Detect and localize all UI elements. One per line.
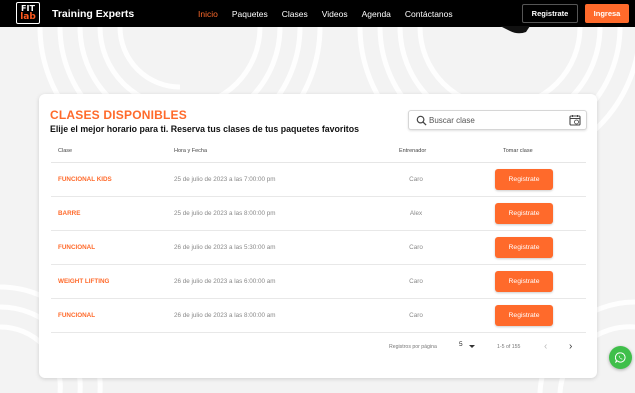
class-trainer: Caro [409, 312, 423, 319]
register-class-button[interactable]: Registrate [495, 203, 553, 224]
register-button[interactable]: Registrate [522, 4, 578, 23]
class-name: WEIGHT LIFTING [58, 278, 110, 285]
chevron-left-icon[interactable]: ‹ [544, 341, 547, 352]
menu-item-inicio[interactable]: Inicio [198, 9, 218, 19]
class-name: FUNCIONAL [58, 244, 96, 251]
chevron-right-icon[interactable]: › [569, 341, 572, 352]
top-navbar: FIT lab Training Experts Inicio Paquetes… [0, 0, 635, 27]
column-entrenador[interactable]: Entrenador [399, 148, 426, 154]
table-row: FUNCIONAL 26 de julio de 2023 a las 5:30… [51, 231, 586, 265]
class-trainer: Caro [409, 244, 423, 251]
rows-per-page-select[interactable]: 5 [459, 341, 479, 353]
search-input[interactable] [429, 114, 559, 127]
rows-per-page-label: Registros por página [389, 344, 437, 350]
login-button[interactable]: Ingresa [585, 4, 629, 23]
register-class-button[interactable]: Registrate [495, 305, 553, 326]
table-pagination: Registros por página 5 1-5 of 155 ‹ › [39, 334, 597, 354]
table-row: BARRE 25 de julio de 2023 a las 8:00:00 … [51, 197, 586, 231]
classes-card: CLASES DISPONIBLES Elije el mejor horari… [39, 94, 597, 378]
column-hora-fecha[interactable]: Hora y Fecha [174, 148, 207, 154]
register-class-button[interactable]: Registrate [495, 169, 553, 190]
class-datetime: 26 de julio de 2023 a las 5:30:00 am [174, 244, 276, 251]
column-tomar-clase: Tomar clase [503, 148, 533, 154]
class-trainer: Caro [409, 278, 423, 285]
brand-name[interactable]: Training Experts [52, 8, 134, 20]
search-box[interactable] [408, 110, 587, 130]
search-icon [416, 115, 427, 126]
class-name: FUNCIONAL KIDS [58, 176, 112, 183]
page-title: CLASES DISPONIBLES [50, 108, 187, 122]
main-menu: Inicio Paquetes Clases Videos Agenda Con… [198, 9, 467, 19]
nav-decoration [500, 26, 530, 34]
logo-bottom-text: lab [20, 12, 36, 22]
menu-item-contactanos[interactable]: Contáctanos [405, 9, 453, 19]
column-clase[interactable]: Clase [58, 148, 72, 154]
class-name: BARRE [58, 210, 81, 217]
chevron-down-icon [469, 345, 475, 348]
table-header: Clase Hora y Fecha Entrenador Tomar clas… [51, 143, 586, 163]
class-datetime: 25 de julio de 2023 a las 7:00:00 pm [174, 176, 276, 183]
table-row: FUNCIONAL KIDS 25 de julio de 2023 a las… [51, 163, 586, 197]
classes-table-body: FUNCIONAL KIDS 25 de julio de 2023 a las… [51, 163, 586, 333]
rows-per-page-value: 5 [459, 341, 463, 348]
menu-item-videos[interactable]: Videos [322, 9, 348, 19]
register-class-button[interactable]: Registrate [495, 271, 553, 292]
table-row: FUNCIONAL 26 de julio de 2023 a las 8:00… [51, 299, 586, 333]
calendar-icon[interactable] [569, 114, 581, 126]
whatsapp-button[interactable] [609, 346, 632, 369]
whatsapp-icon [615, 352, 626, 363]
class-trainer: Alex [409, 210, 423, 217]
menu-item-clases[interactable]: Clases [282, 9, 308, 19]
page-subtitle: Elije el mejor horario para ti. Reserva … [50, 124, 359, 134]
menu-item-paquetes[interactable]: Paquetes [232, 9, 268, 19]
class-name: FUNCIONAL [58, 312, 96, 319]
class-datetime: 25 de julio de 2023 a las 8:00:00 pm [174, 210, 276, 217]
menu-item-agenda[interactable]: Agenda [362, 9, 391, 19]
class-trainer: Caro [409, 176, 423, 183]
pagination-range: 1-5 of 155 [497, 344, 521, 350]
register-class-button[interactable]: Registrate [495, 237, 553, 258]
table-row: WEIGHT LIFTING 26 de julio de 2023 a las… [51, 265, 586, 299]
class-datetime: 26 de julio de 2023 a las 6:00:00 am [174, 278, 276, 285]
fitlab-logo[interactable]: FIT lab [16, 2, 40, 24]
class-datetime: 26 de julio de 2023 a las 8:00:00 am [174, 312, 276, 319]
